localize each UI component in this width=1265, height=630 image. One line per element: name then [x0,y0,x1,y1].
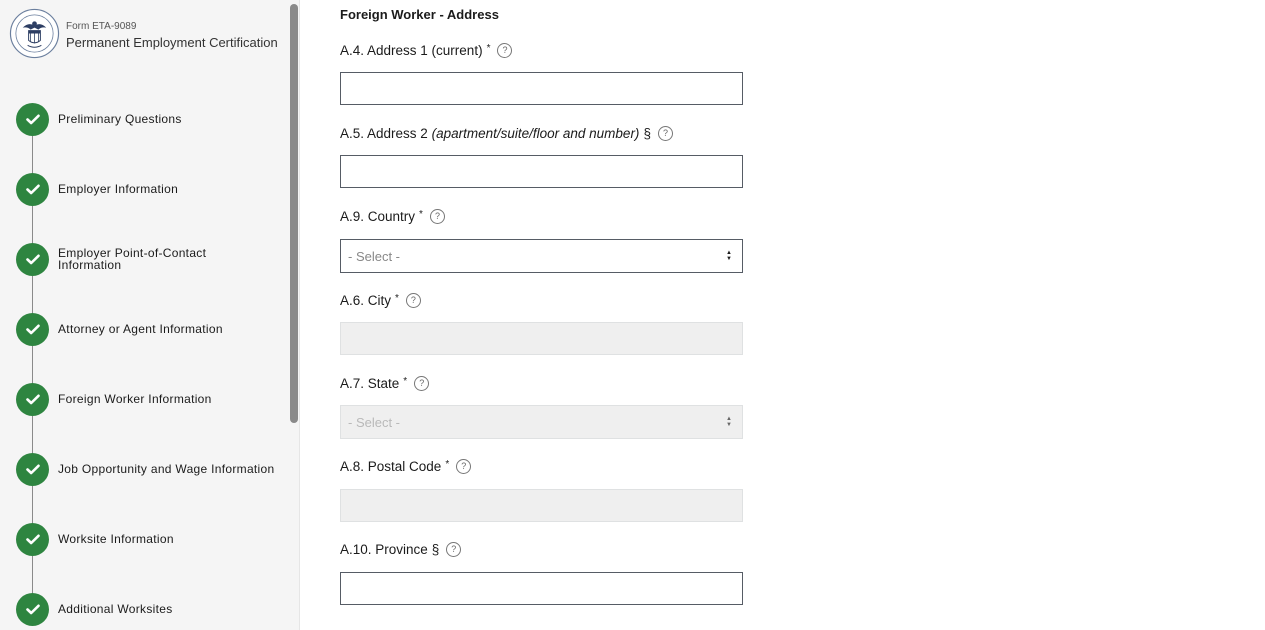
country-label: A.9. Country * ? [340,209,445,224]
province-label: A.10. Province § ? [340,542,462,557]
address2-label: A.5. Address 2 (apartment/suite/floor an… [340,126,673,141]
required-marker: * [445,459,450,470]
required-marker: * [403,376,408,387]
dol-seal-logo [9,8,60,59]
brand: Form ETA-9089 Permanent Employment Certi… [9,8,278,60]
step-label: Job Opportunity and Wage Information [58,462,275,476]
check-icon [16,382,49,416]
city-label: A.6. City * ? [340,293,421,308]
help-icon[interactable]: ? [414,376,430,391]
required-marker: * [419,209,423,220]
check-icon [16,172,49,206]
required-marker: * [486,43,491,54]
conditional-marker: § [643,126,651,141]
address2-hint: (apartment/suite/floor and number) [431,126,640,141]
conditional-marker: § [431,542,440,557]
check-icon [16,522,49,556]
state-label: A.7. State * ? [340,376,430,391]
section-title: Foreign Worker - Address [340,7,499,22]
step-foreign-worker-information[interactable]: Foreign Worker Information [16,382,283,416]
province-input[interactable] [340,572,743,605]
step-label: Employer Point-of-Contact Information [58,246,207,272]
step-label: Foreign Worker Information [58,392,212,406]
help-icon[interactable]: ? [456,459,472,474]
sidebar-scrollbar[interactable] [290,4,298,423]
step-job-opportunity-and-wage[interactable]: Job Opportunity and Wage Information [16,452,283,486]
step-label: Attorney or Agent Information [58,322,223,336]
help-icon[interactable]: ? [429,209,445,224]
step-preliminary-questions[interactable]: Preliminary Questions [16,102,283,136]
address1-input[interactable] [340,72,743,105]
check-icon [16,452,49,486]
check-icon [16,592,49,626]
step-attorney-or-agent[interactable]: Attorney or Agent Information [16,312,283,346]
state-select-value: - Select - [348,414,401,430]
step-label: Employer Information [58,182,179,196]
state-select: - Select - ▲ ▼ [340,405,743,439]
app-title: Permanent Employment Certification [66,35,278,50]
help-icon[interactable]: ? [657,126,673,141]
select-caret-icon: ▲ ▼ [726,249,732,262]
address1-label: A.4. Address 1 (current) * ? [340,43,513,58]
check-icon [16,312,49,346]
check-icon [16,242,49,276]
check-icon [16,102,49,136]
required-marker: * [395,293,399,304]
postal-code-input [340,489,743,522]
step-employer-information[interactable]: Employer Information [16,172,283,206]
step-label: Worksite Information [58,532,174,546]
help-icon[interactable]: ? [497,43,513,58]
sidebar: Form ETA-9089 Permanent Employment Certi… [0,0,300,630]
country-select[interactable]: - Select - ▲ ▼ [340,239,743,273]
city-input [340,322,743,355]
country-select-value: - Select - [348,248,401,264]
step-additional-worksites[interactable]: Additional Worksites [16,592,283,626]
step-label: Preliminary Questions [58,112,182,126]
help-icon[interactable]: ? [405,293,421,308]
postal-code-label: A.8. Postal Code * ? [340,459,472,474]
step-employer-point-of-contact[interactable]: Employer Point-of-Contact Information [16,242,218,276]
select-caret-icon: ▲ ▼ [726,415,732,428]
step-worksite-information[interactable]: Worksite Information [16,522,283,556]
help-icon[interactable]: ? [446,542,462,557]
address2-input[interactable] [340,155,743,188]
form-number: Form ETA-9089 [66,21,137,32]
step-label: Additional Worksites [58,602,173,616]
